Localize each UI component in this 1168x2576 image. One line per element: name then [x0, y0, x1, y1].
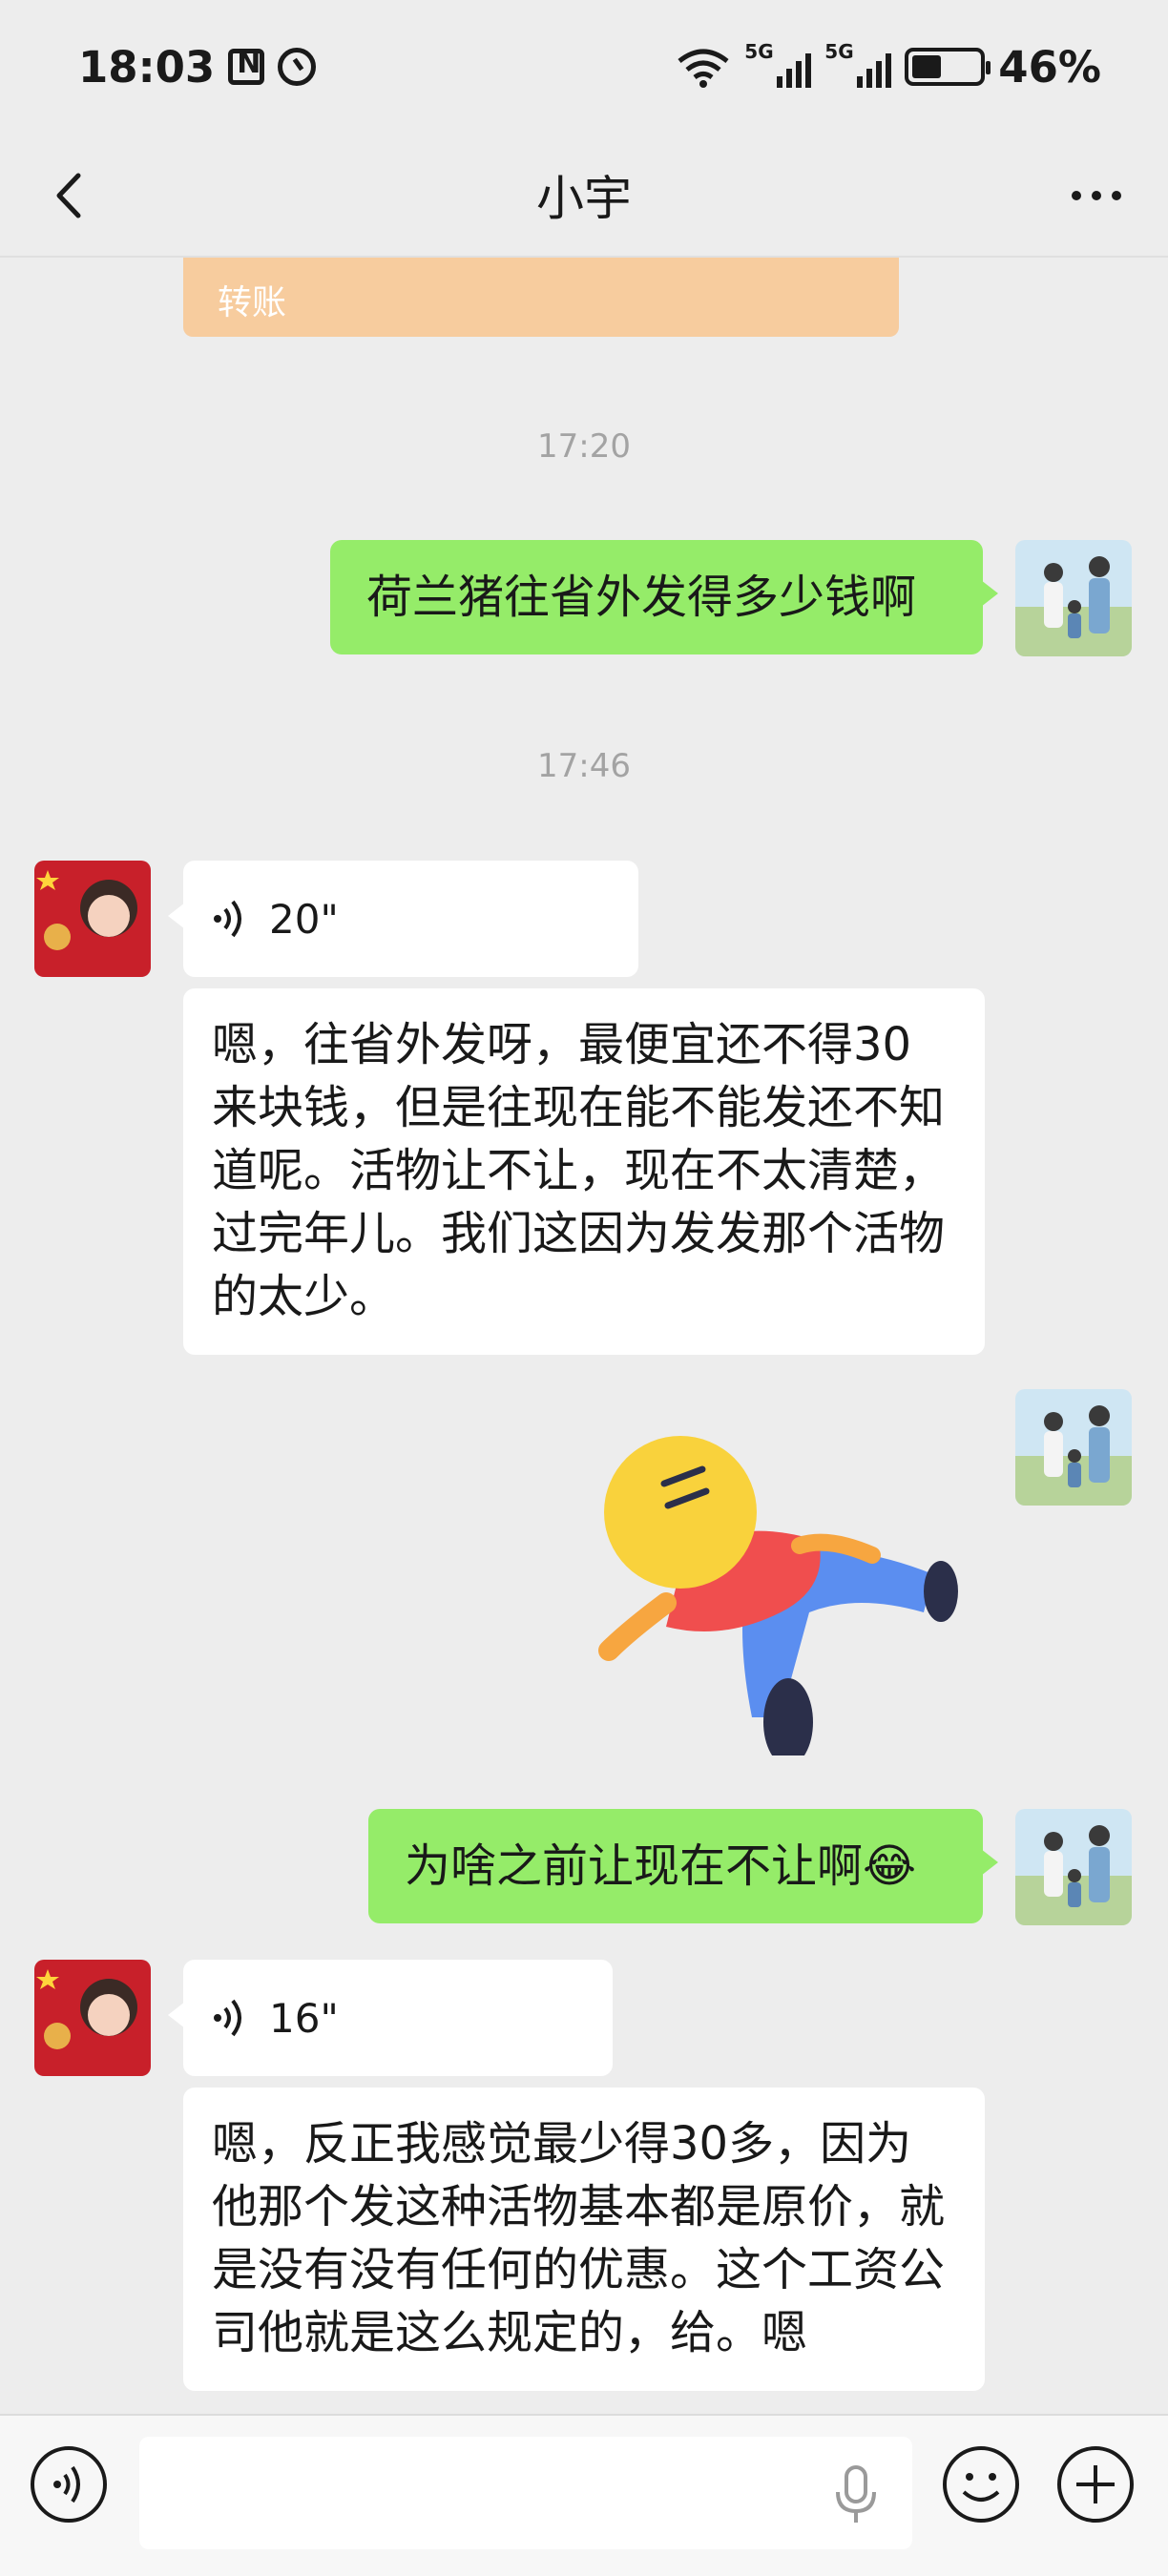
- more-dots-icon[interactable]: [1063, 167, 1130, 224]
- status-time: 18:03: [78, 41, 216, 93]
- voice-wave-icon: [214, 900, 241, 938]
- friend-avatar[interactable]: [34, 1960, 151, 2076]
- transcript-text: 嗯，往省外发呀，最便宜还不得30来块钱，但是往现在能不能发还不知道呢。活物让不让…: [212, 1018, 946, 1323]
- input-bar: [0, 2414, 1168, 2576]
- voice-duration: 16": [269, 1994, 339, 2042]
- my-avatar[interactable]: [1015, 1389, 1132, 1506]
- friend-avatar[interactable]: [34, 861, 151, 977]
- wifi-icon: [678, 49, 729, 88]
- timestamp: 17:46: [537, 747, 631, 785]
- status-left: 18:03: [78, 41, 317, 93]
- voice-wave-icon: [214, 1999, 241, 2037]
- voice-transcript[interactable]: 嗯，往省外发呀，最便宜还不得30来块钱，但是往现在能不能发还不知道呢。活物让不让…: [183, 988, 985, 1355]
- transcript-text: 嗯，反正我感觉最少得30多，因为他那个发这种活物基本都是原价，就是没有没有任何的…: [212, 2117, 946, 2359]
- my-avatar[interactable]: [1015, 540, 1132, 656]
- chevron-left-icon[interactable]: [38, 162, 105, 229]
- network-label: 5G: [744, 40, 774, 63]
- timestamp: 17:20: [537, 427, 631, 466]
- message-list[interactable]: 转账 17:20 荷兰猪往省外发得多少钱啊 17:46 20" 嗯，往省外发呀，…: [0, 258, 1168, 2414]
- battery-icon: [905, 48, 991, 86]
- transfer-label: 转账: [218, 283, 287, 322]
- signal-icon: 5G: [744, 40, 812, 88]
- status-right: 5G 5G 46%: [676, 40, 1101, 93]
- outgoing-message[interactable]: 荷兰猪往省外发得多少钱啊: [330, 540, 998, 654]
- alarm-icon: [278, 48, 317, 86]
- message-text: 荷兰猪往省外发得多少钱啊: [366, 571, 917, 624]
- network-label: 5G: [824, 40, 854, 63]
- message-text: 为啥之前让现在不让啊😂: [405, 1839, 917, 1893]
- family-avatar-image: [1015, 1389, 1132, 1506]
- battery-level: 46%: [998, 41, 1101, 93]
- voice-transcript[interactable]: 嗯，反正我感觉最少得30多，因为他那个发这种活物基本都是原价，就是没有没有任何的…: [183, 2088, 985, 2391]
- status-bar: 18:03 5G 5G 46%: [0, 0, 1168, 134]
- voice-toggle-icon[interactable]: [29, 2444, 109, 2524]
- friend-avatar-image: [34, 861, 151, 977]
- microphone-icon[interactable]: [832, 2463, 880, 2526]
- lying-down-sticker[interactable]: [590, 1412, 991, 1755]
- outgoing-message[interactable]: 为啥之前让现在不让啊😂: [368, 1809, 998, 1923]
- transfer-card[interactable]: 转账: [183, 258, 899, 337]
- family-avatar-image: [1015, 540, 1132, 656]
- friend-avatar-image: [34, 1960, 151, 2076]
- voice-duration: 20": [269, 895, 339, 943]
- voice-message[interactable]: 16": [168, 1960, 613, 2076]
- nfc-icon: [228, 47, 265, 85]
- voice-message[interactable]: 20": [168, 861, 638, 977]
- emoji-icon[interactable]: [941, 2444, 1021, 2524]
- chat-header: 小宇: [0, 134, 1168, 258]
- chat-title: 小宇: [536, 171, 632, 226]
- my-avatar[interactable]: [1015, 1809, 1132, 1925]
- family-avatar-image: [1015, 1809, 1132, 1925]
- signal-icon: 5G: [824, 40, 892, 88]
- plus-icon[interactable]: [1055, 2444, 1136, 2524]
- message-input[interactable]: [139, 2437, 912, 2549]
